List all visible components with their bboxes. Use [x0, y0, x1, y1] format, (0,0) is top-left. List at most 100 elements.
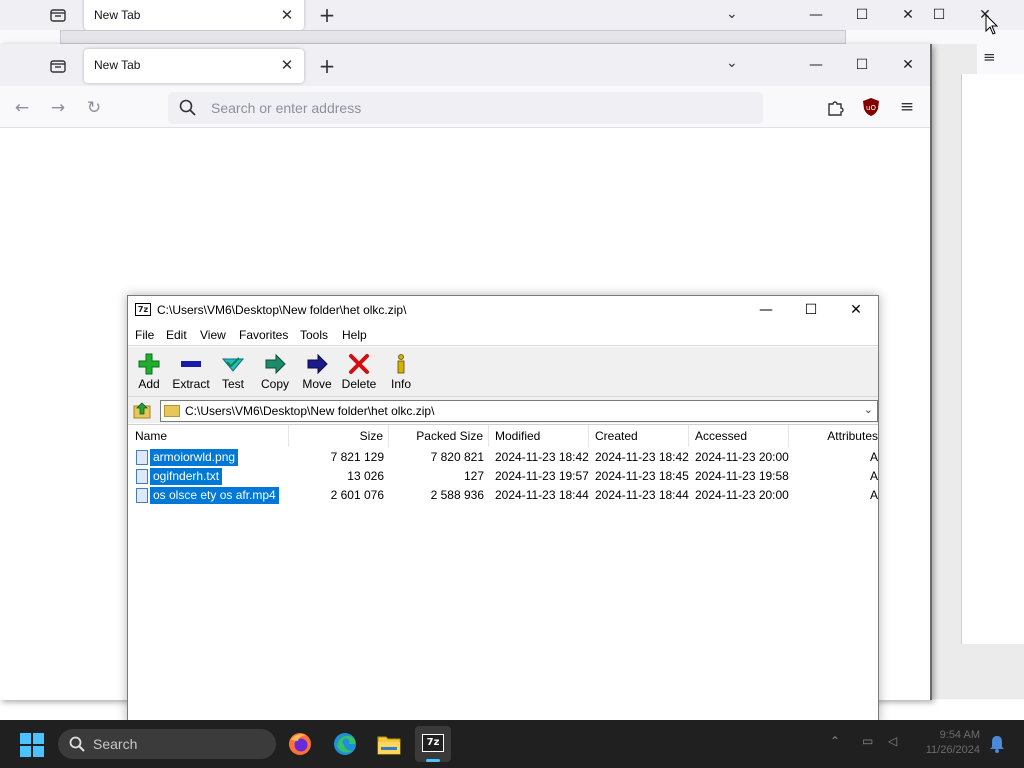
path-text: C:\Users\VM6\Desktop\New folder\het olkc… [185, 404, 435, 418]
chevron-up-icon[interactable]: ⌃ [830, 734, 840, 748]
menu-favorites[interactable]: Favorites [239, 328, 288, 342]
file-row[interactable]: ogifnderh.txt 13 026 127 2024-11-23 19:5… [128, 467, 878, 486]
third-window-edge [60, 30, 846, 44]
address-bar[interactable]: Search or enter address [168, 92, 763, 124]
minimize-icon[interactable]: — [743, 296, 789, 324]
column-header-attributes[interactable]: Attributes [789, 425, 878, 447]
windows-start-icon[interactable] [20, 733, 44, 757]
taskbar-search-label: Search [93, 736, 138, 752]
reload-icon[interactable]: ↻ [81, 95, 107, 121]
ublock-icon[interactable]: uO [860, 96, 882, 118]
column-header-size[interactable]: Size [289, 425, 389, 447]
menu-file[interactable]: File [135, 328, 154, 342]
sevenzip-window: 7z C:\Users\VM6\Desktop\New folder\het o… [127, 295, 879, 725]
file-size: 13 026 [347, 469, 384, 483]
file-name: os olsce ety os afr.mp4 [150, 487, 279, 504]
background-window-content [961, 74, 1024, 644]
menu-help[interactable]: Help [342, 328, 367, 342]
minimize-icon[interactable]: — [793, 0, 839, 30]
file-explorer-icon[interactable] [371, 726, 407, 762]
column-header-name[interactable]: Name [128, 425, 289, 447]
close-icon[interactable]: ✕ [885, 50, 931, 80]
back-arrow-icon[interactable]: ← [9, 95, 35, 121]
firefox-icon[interactable] [282, 726, 318, 762]
system-clock[interactable]: 9:54 AM 11/26/2024 [920, 728, 980, 758]
chevron-down-icon[interactable]: ⌄ [864, 403, 873, 416]
chevron-down-icon[interactable]: ⌄ [726, 55, 738, 71]
taskbar-search-box[interactable]: Search [58, 729, 276, 759]
menu-edit[interactable]: Edit [166, 328, 187, 342]
sound-icon[interactable]: ◁ [888, 734, 897, 748]
test-button[interactable]: Test [212, 351, 254, 395]
search-icon [179, 99, 196, 116]
file-packed-size: 127 [463, 469, 484, 483]
maximize-icon[interactable]: ☐ [839, 50, 885, 80]
background-tab-title: New Tab [94, 8, 141, 22]
tab-title: New Tab [94, 58, 141, 72]
path-combobox[interactable]: C:\Users\VM6\Desktop\New folder\het olkc… [160, 400, 878, 422]
forward-arrow-icon[interactable]: → [45, 95, 71, 121]
file-modified: 2024-11-23 18:44 [495, 488, 589, 502]
edge-icon[interactable] [327, 726, 363, 762]
file-modified: 2024-11-23 18:42 [495, 450, 589, 464]
column-header-modified[interactable]: Modified [489, 425, 589, 447]
close-icon[interactable]: ✕ [833, 296, 879, 324]
minimize-icon[interactable]: — [793, 50, 839, 80]
column-header-accessed[interactable]: Accessed [689, 425, 789, 447]
copy-button[interactable]: Copy [254, 351, 296, 395]
file-attributes: A [869, 450, 878, 464]
background-tab[interactable]: New Tab ✕ [84, 0, 304, 30]
maximize-icon[interactable]: ☐ [788, 296, 834, 324]
hamburger-icon[interactable]: ≡ [896, 96, 918, 118]
menu-view[interactable]: View [200, 328, 226, 342]
file-accessed: 2024-11-23 19:58 [695, 469, 789, 483]
navigation-toolbar: ← → ↻ Search or enter address uO ≡ [0, 86, 930, 128]
move-button[interactable]: Move [296, 351, 338, 395]
maximize-icon[interactable]: ☐ [839, 0, 885, 30]
chevron-down-icon[interactable]: ⌄ [726, 6, 738, 22]
file-packed-size: 2 588 936 [430, 488, 484, 502]
maximize-icon[interactable]: ☐ [916, 0, 962, 30]
sevenzip-window-title: C:\Users\VM6\Desktop\New folder\het olkc… [157, 303, 407, 317]
notification-bell-icon[interactable] [988, 734, 1006, 754]
7zip-icon[interactable]: 7z [415, 726, 451, 762]
tabstrip: New Tab ✕ + ⌄ — ☐ ✕ [0, 44, 930, 86]
file-row[interactable]: armoiorwld.png 7 821 129 7 820 821 2024-… [128, 448, 878, 467]
sevenzip-titlebar[interactable]: 7z C:\Users\VM6\Desktop\New folder\het o… [128, 296, 878, 324]
menu-tools[interactable]: Tools [300, 328, 328, 342]
video-file-icon [136, 488, 148, 503]
close-tab-icon[interactable]: ✕ [278, 54, 296, 76]
close-icon[interactable]: ✕ [278, 4, 296, 26]
add-button[interactable]: Add [128, 351, 170, 395]
column-header-created[interactable]: Created [589, 425, 689, 447]
background-tabstrip: New Tab ✕ + ⌄ — ☐ ✕ ☐ ✕ [0, 0, 1024, 30]
info-label: Info [390, 377, 411, 391]
new-tab-plus-icon[interactable]: + [313, 52, 341, 80]
7zip-icon: 7z [135, 303, 151, 316]
column-header-packed-size[interactable]: Packed Size [389, 425, 489, 447]
tab-list-icon[interactable] [44, 52, 72, 80]
file-name: ogifnderh.txt [150, 468, 223, 485]
folder-icon [164, 405, 180, 417]
info-button[interactable]: Info [380, 351, 422, 395]
delete-button[interactable]: Delete [338, 351, 380, 395]
folder-up-icon[interactable] [132, 400, 152, 420]
tab-list-icon[interactable] [44, 1, 72, 29]
tab-new-tab[interactable]: New Tab ✕ [84, 49, 304, 83]
background-window-right-edge: ≡ [930, 44, 1024, 699]
clock-date: 11/26/2024 [925, 744, 980, 756]
clock-time: 9:54 AM [939, 729, 980, 741]
menu-bar: File Edit View Favorites Tools Help [128, 324, 878, 346]
file-created: 2024-11-23 18:45 [595, 469, 689, 483]
text-file-icon [136, 469, 148, 484]
taskbar: Search 7z ⌃ ▭ ◁ 9:54 AM 11/26/2024 [0, 720, 1024, 768]
hamburger-icon[interactable]: ≡ [977, 44, 1024, 74]
new-tab-plus-icon[interactable]: + [313, 1, 341, 29]
puzzle-icon[interactable] [825, 96, 847, 118]
display-icon[interactable]: ▭ [862, 734, 873, 748]
file-accessed: 2024-11-23 20:00 [695, 450, 789, 464]
extract-button[interactable]: Extract [170, 351, 212, 395]
test-icon [222, 357, 244, 372]
mouse-cursor-icon [985, 14, 999, 35]
file-row[interactable]: os olsce ety os afr.mp4 2 601 076 2 588 … [128, 486, 878, 505]
